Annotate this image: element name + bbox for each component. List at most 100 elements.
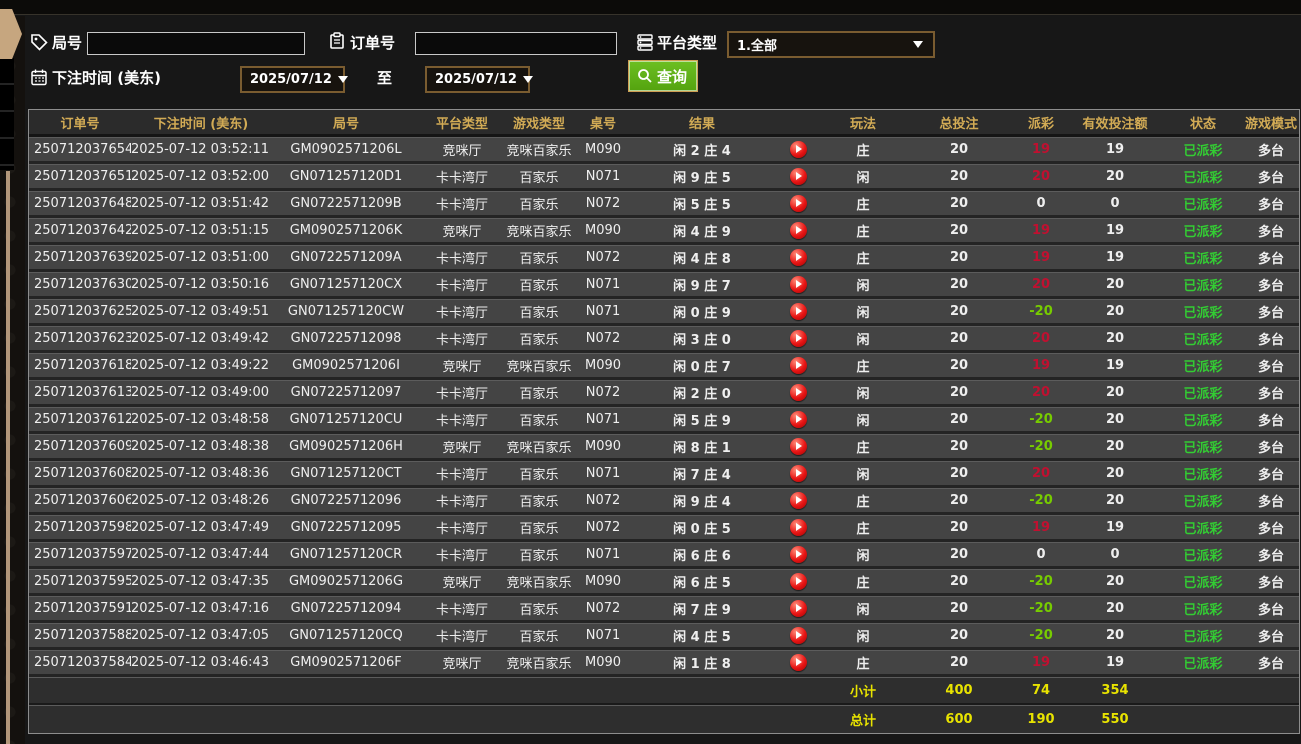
play-icon[interactable] [789, 356, 807, 374]
table-row: 250712037588873 2025-07-12 03:47:05 GN07… [29, 623, 1299, 650]
play-icon[interactable] [789, 410, 807, 428]
platform-select[interactable]: 1.全部 [727, 31, 935, 58]
payout-value: -20 [1029, 438, 1053, 454]
bet-play-type: 庄 [856, 521, 870, 537]
play-triangle [796, 415, 802, 423]
order-label: 订单号 [350, 34, 396, 52]
game-type: 百家乐 [519, 629, 559, 645]
payout-value: 19 [1031, 141, 1051, 157]
round-id: GN0722571209B [290, 195, 402, 211]
play-icon[interactable] [789, 572, 807, 590]
bet-play-type: 闲 [856, 386, 870, 402]
total-bet: 20 [949, 249, 969, 265]
bet-time: 2025-07-12 03:48:38 [131, 438, 270, 454]
bet-time: 2025-07-12 03:51:00 [131, 249, 270, 265]
table-number: M090 [584, 357, 622, 373]
valid-bet: 20 [1105, 276, 1125, 292]
total-valid: 550 [1101, 711, 1129, 727]
payout-value: 19 [1031, 519, 1051, 535]
to-label: 至 [377, 69, 393, 87]
order-number: 250712037651745 [34, 168, 131, 184]
play-triangle [796, 361, 802, 369]
bet-time: 2025-07-12 03:52:11 [131, 141, 270, 157]
status-badge: 已派彩 [1183, 413, 1223, 429]
total-bet: 20 [949, 600, 969, 616]
table-row: 250712037591346 2025-07-12 03:47:16 GN07… [29, 596, 1299, 623]
play-icon[interactable] [789, 302, 807, 320]
table-body: 250712037654576 2025-07-12 03:52:11 GM09… [29, 137, 1299, 677]
bet-time: 2025-07-12 03:47:16 [131, 600, 270, 616]
table-header-row: 订单号 下注时间 (美东) 局号 平台类型 游戏类型 桌号 结果 玩法 总投注 派彩 有效投注额 状态… [29, 110, 1299, 137]
bet-time-label: 下注时间 (美东) [52, 69, 161, 87]
game-type: 百家乐 [519, 197, 559, 213]
status-badge: 已派彩 [1183, 386, 1223, 402]
play-triangle [796, 280, 802, 288]
round-id: GN07225712097 [290, 384, 402, 400]
order-number: 250712037597417 [34, 546, 131, 562]
bet-play-type: 闲 [856, 332, 870, 348]
status-badge: 已派彩 [1183, 440, 1223, 456]
play-icon[interactable] [789, 167, 807, 185]
order-input[interactable] [415, 32, 617, 55]
platform-type: 竞咪厅 [442, 440, 482, 456]
play-triangle [796, 388, 802, 396]
magnifier-icon [638, 69, 652, 83]
date-from-button[interactable]: 2025/07/12 [240, 66, 348, 93]
play-icon[interactable] [789, 518, 807, 536]
game-mode: 多台 [1257, 386, 1284, 402]
panel-divider-line [6, 171, 10, 744]
order-number: 250712037612961 [34, 411, 131, 427]
play-icon[interactable] [789, 329, 807, 347]
table-number: N071 [585, 276, 621, 292]
play-icon[interactable] [789, 599, 807, 617]
play-icon[interactable] [789, 221, 807, 239]
total-bet: 20 [949, 654, 969, 670]
play-icon[interactable] [789, 464, 807, 482]
result-value: 闲 2 庄 0 [673, 386, 731, 402]
payout-value: 20 [1031, 465, 1051, 481]
date-to-button[interactable]: 2025/07/12 [425, 66, 533, 93]
bet-time: 2025-07-12 03:47:05 [131, 627, 270, 643]
game-type: 竞咪百家乐 [506, 656, 572, 672]
round-input[interactable] [87, 32, 305, 55]
result-value: 闲 1 庄 8 [673, 656, 731, 672]
round-id: GN07225712096 [290, 492, 402, 508]
table-row: 250712037613544 2025-07-12 03:49:00 GN07… [29, 380, 1299, 407]
order-number: 250712037625165 [34, 303, 131, 319]
play-triangle [796, 145, 802, 153]
payout-value: -20 [1029, 492, 1053, 508]
total-bet: 20 [949, 465, 969, 481]
bet-play-type: 闲 [856, 170, 870, 186]
total-bet: 20 [949, 168, 969, 184]
play-icon[interactable] [789, 194, 807, 212]
play-icon[interactable] [789, 545, 807, 563]
valid-bet: 19 [1105, 222, 1125, 238]
play-icon[interactable] [789, 437, 807, 455]
play-icon[interactable] [789, 626, 807, 644]
table-number: M090 [584, 222, 622, 238]
round-id: GN07225712098 [290, 330, 402, 346]
total-bet: 20 [949, 519, 969, 535]
game-type: 竞咪百家乐 [506, 359, 572, 375]
game-type: 竞咪百家乐 [506, 224, 572, 240]
play-icon[interactable] [789, 140, 807, 158]
calendar-icon [30, 68, 48, 86]
play-icon[interactable] [789, 248, 807, 266]
valid-bet: 20 [1105, 465, 1125, 481]
valid-bet: 19 [1105, 519, 1125, 535]
column-header: 结果 [688, 116, 715, 132]
bet-time: 2025-07-12 03:51:15 [131, 222, 270, 238]
column-header: 玩法 [849, 116, 876, 132]
play-icon[interactable] [789, 491, 807, 509]
play-icon[interactable] [789, 275, 807, 293]
round-id: GN071257120CR [289, 546, 403, 562]
play-icon[interactable] [789, 383, 807, 401]
table-row: 250712037606316 2025-07-12 03:48:26 GN07… [29, 488, 1299, 515]
caret-down-icon [913, 41, 923, 48]
search-button[interactable]: 查询 [628, 60, 699, 92]
play-icon[interactable] [789, 653, 807, 671]
records-panel: 局号 订单号 平台类型 1.全部 下注时间 (美东) 2025/07/12 至 … [25, 16, 1301, 744]
bet-play-type: 庄 [856, 197, 870, 213]
bet-play-type: 闲 [856, 548, 870, 564]
round-id: GN0722571209A [290, 249, 402, 265]
